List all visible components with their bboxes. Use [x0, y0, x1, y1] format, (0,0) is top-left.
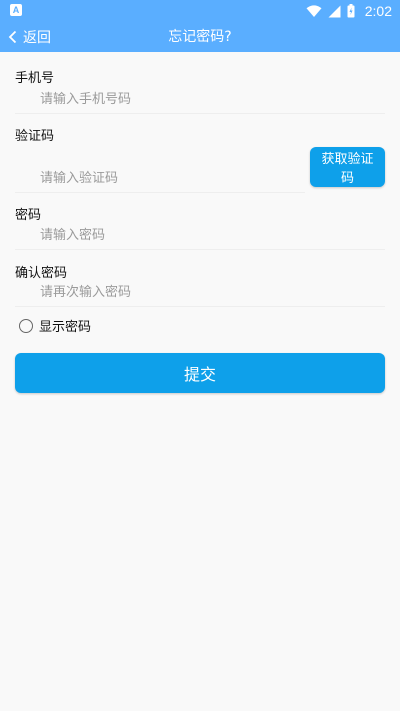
- phone-label: 手机号: [15, 71, 55, 86]
- password-input[interactable]: [15, 222, 385, 250]
- status-bar: A 2:02: [0, 0, 400, 22]
- status-icons: 2:02: [306, 0, 392, 22]
- signal-icon: [328, 5, 341, 17]
- submit-button[interactable]: 提交: [15, 353, 385, 393]
- password-label: 密码: [15, 208, 42, 223]
- radio-icon[interactable]: [19, 318, 33, 333]
- app-bar: 返回 忘记密码?: [0, 22, 400, 52]
- status-time: 2:02: [364, 3, 392, 19]
- show-password-toggle[interactable]: 显示密码: [19, 316, 91, 335]
- code-label: 验证码: [15, 129, 55, 144]
- code-input[interactable]: [15, 165, 305, 193]
- phone-input[interactable]: [15, 86, 385, 114]
- wifi-icon: [306, 4, 322, 17]
- confirm-password-input[interactable]: [15, 279, 385, 307]
- a-letter-icon: A: [10, 4, 22, 16]
- page-title: 忘记密码?: [168, 29, 232, 45]
- show-password-label: 显示密码: [39, 320, 92, 335]
- get-code-button[interactable]: 获取验证码: [310, 147, 385, 187]
- battery-charging-icon: [347, 4, 355, 18]
